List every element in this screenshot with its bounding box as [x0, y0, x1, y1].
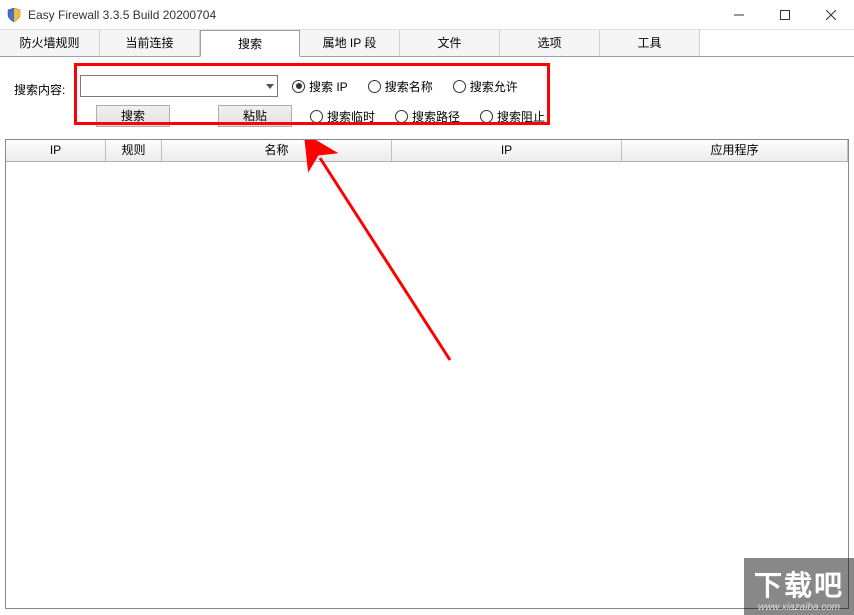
tab-bar: 防火墙规则 当前连接 搜索 属地 IP 段 文件 选项 工具: [0, 30, 854, 57]
col-app[interactable]: 应用程序: [622, 140, 848, 161]
col-ip[interactable]: IP: [6, 140, 106, 161]
col-rule[interactable]: 规则: [106, 140, 162, 161]
search-label: 搜索内容:: [14, 81, 65, 98]
radio-label: 搜索临时: [327, 108, 375, 125]
radio-label: 搜索阻止: [497, 108, 545, 125]
tab-search[interactable]: 搜索: [200, 30, 300, 57]
radio-search-ip[interactable]: 搜索 IP: [292, 78, 348, 95]
radio-label: 搜索路径: [412, 108, 460, 125]
col-ip2[interactable]: IP: [392, 140, 622, 161]
maximize-button[interactable]: [762, 0, 808, 29]
search-panel: 搜索内容: 搜索 IP 搜索名称 搜索允许 搜索 粘贴: [0, 57, 854, 135]
radio-label: 搜索允许: [470, 78, 518, 95]
chevron-down-icon: [266, 84, 274, 89]
close-button[interactable]: [808, 0, 854, 29]
window-title: Easy Firewall 3.3.5 Build 20200704: [28, 8, 716, 22]
minimize-button[interactable]: [716, 0, 762, 29]
search-combo[interactable]: [80, 75, 278, 97]
tab-firewall-rules[interactable]: 防火墙规则: [0, 30, 100, 56]
radio-search-allow[interactable]: 搜索允许: [453, 78, 518, 95]
app-icon: [6, 7, 22, 23]
tab-ip-segment[interactable]: 属地 IP 段: [300, 30, 400, 56]
radio-search-temp[interactable]: 搜索临时: [310, 108, 375, 125]
col-name[interactable]: 名称: [162, 140, 392, 161]
radio-label: 搜索 IP: [309, 78, 348, 95]
radio-search-block[interactable]: 搜索阻止: [480, 108, 545, 125]
titlebar: Easy Firewall 3.3.5 Build 20200704: [0, 0, 854, 30]
tab-file[interactable]: 文件: [400, 30, 500, 56]
paste-button[interactable]: 粘贴: [218, 105, 292, 127]
search-button[interactable]: 搜索: [96, 105, 170, 127]
results-table: IP 规则 名称 IP 应用程序: [5, 139, 849, 609]
tab-tools[interactable]: 工具: [600, 30, 700, 56]
radio-label: 搜索名称: [385, 78, 433, 95]
tab-options[interactable]: 选项: [500, 30, 600, 56]
table-header: IP 规则 名称 IP 应用程序: [6, 140, 848, 162]
radio-search-path[interactable]: 搜索路径: [395, 108, 460, 125]
tab-current-conn[interactable]: 当前连接: [100, 30, 200, 56]
radio-search-name[interactable]: 搜索名称: [368, 78, 433, 95]
